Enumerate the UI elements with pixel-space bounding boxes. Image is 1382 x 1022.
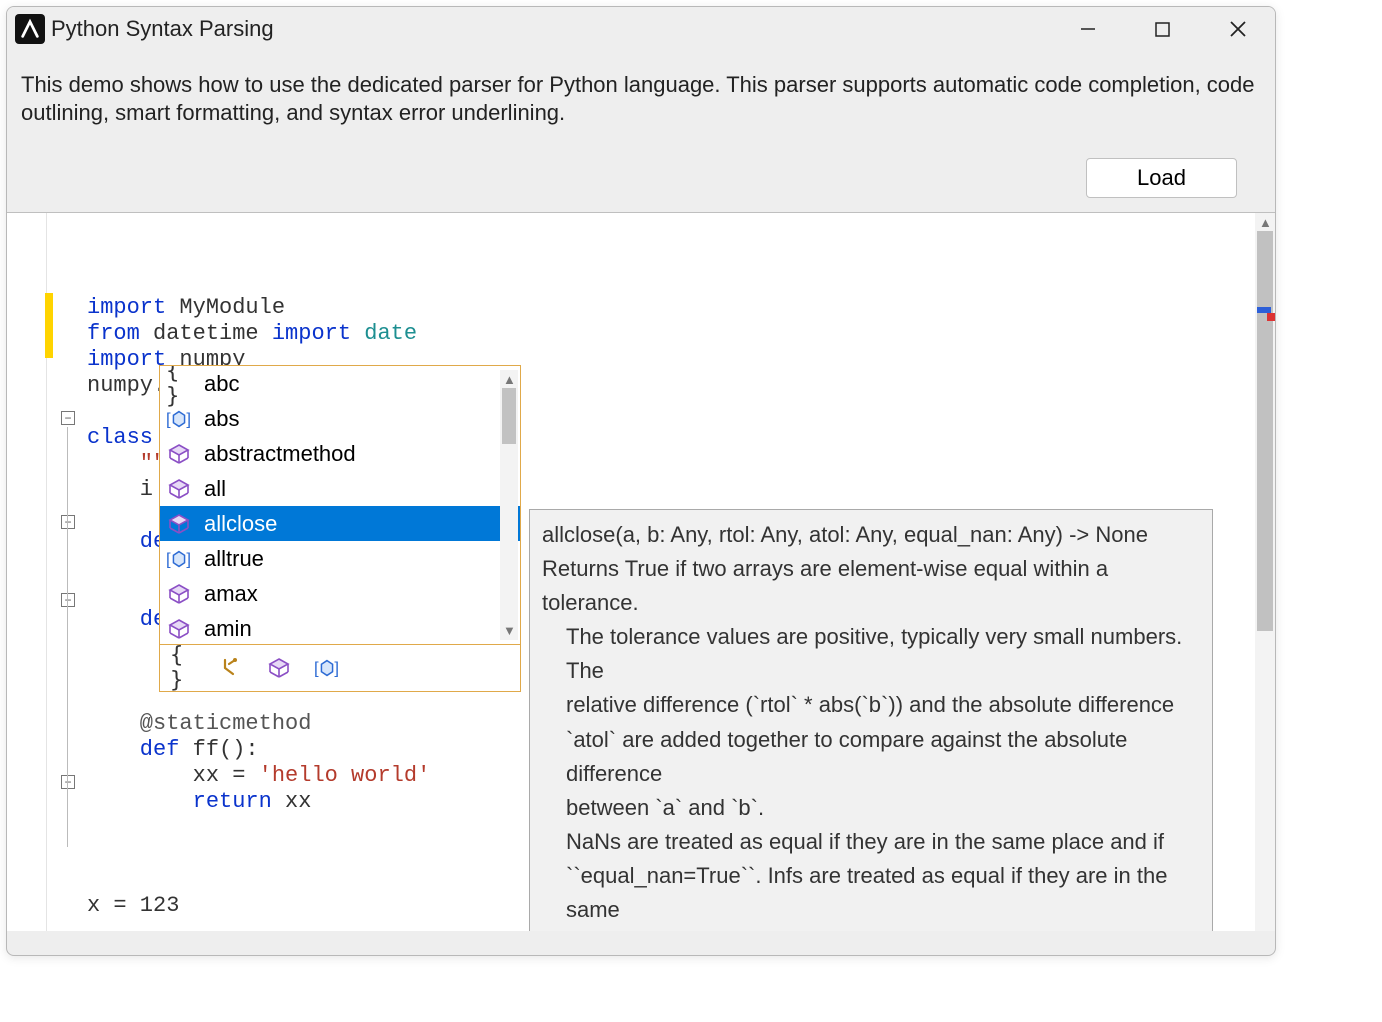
- class-icon: [166, 511, 192, 537]
- doc-line: NaNs are treated as equal if they are in…: [542, 825, 1200, 859]
- load-button[interactable]: Load: [1086, 158, 1237, 198]
- doc-signature: allclose(a, b: Any, rtol: Any, atol: Any…: [542, 518, 1200, 552]
- svg-text:[: [: [314, 659, 319, 678]
- autocomplete-list[interactable]: { } abc [] abs abstractmethod all allclose [] al…: [160, 366, 520, 644]
- maximize-icon: [1155, 22, 1170, 37]
- svg-text:]: ]: [186, 549, 191, 568]
- close-button[interactable]: [1200, 7, 1275, 51]
- autocomplete-item[interactable]: allclose: [160, 506, 520, 541]
- app-icon: [15, 14, 45, 44]
- autocomplete-item-label: abc: [204, 371, 239, 397]
- autocomplete-item[interactable]: [] alltrue: [160, 541, 520, 576]
- scroll-up-icon: ▲: [503, 372, 516, 387]
- fold-handle[interactable]: −: [61, 593, 75, 607]
- description-text: This demo shows how to use the dedicated…: [21, 71, 1261, 126]
- autocomplete-item[interactable]: all: [160, 471, 520, 506]
- scroll-down-icon: ▼: [503, 623, 516, 638]
- autocomplete-item[interactable]: amax: [160, 576, 520, 611]
- module-icon: []: [166, 406, 192, 432]
- module-icon: []: [166, 546, 192, 572]
- minimize-button[interactable]: [1050, 7, 1125, 51]
- autocomplete-popup: { } abc [] abs abstractmethod all allclose [] al…: [159, 365, 521, 692]
- fold-handle[interactable]: −: [61, 775, 75, 789]
- autocomplete-scrollbar[interactable]: ▲ ▼: [500, 370, 518, 640]
- editor-scrollbar[interactable]: ▲: [1255, 213, 1275, 931]
- doc-line: relative difference (`rtol` * abs(`b`)) …: [542, 688, 1200, 722]
- autocomplete-item[interactable]: [] abs: [160, 401, 520, 436]
- close-icon: [1229, 20, 1247, 38]
- svg-text:[: [: [166, 409, 171, 428]
- autocomplete-item[interactable]: { } abc: [160, 366, 520, 401]
- doc-line: place and of the same sign in bot...: [542, 927, 1200, 931]
- svg-text:]: ]: [186, 409, 191, 428]
- class-filter-icon[interactable]: [266, 655, 292, 681]
- window-title: Python Syntax Parsing: [51, 16, 274, 42]
- autocomplete-item-label: all: [204, 476, 226, 502]
- svg-text:]: ]: [334, 659, 339, 678]
- change-marker: [45, 293, 53, 358]
- fold-handle[interactable]: −: [61, 411, 75, 425]
- maximize-button[interactable]: [1125, 7, 1200, 51]
- editor-gutter: [7, 213, 47, 931]
- scroll-up-icon: ▲: [1259, 215, 1272, 230]
- fold-handle[interactable]: −: [61, 515, 75, 529]
- fold-line: [67, 427, 68, 847]
- class-icon: [166, 476, 192, 502]
- autocomplete-item-label: abs: [204, 406, 239, 432]
- titlebar: Python Syntax Parsing: [7, 7, 1275, 51]
- namespace-icon: { }: [166, 371, 192, 397]
- minimize-icon: [1080, 21, 1096, 37]
- code-editor[interactable]: − − − − import MyModule from datetime im…: [7, 213, 1275, 931]
- scrollbar-thumb[interactable]: [502, 388, 516, 444]
- doc-line: ``equal_nan=True``. Infs are treated as …: [542, 859, 1200, 927]
- svg-text:[: [: [166, 549, 171, 568]
- autocomplete-item-label: allclose: [204, 511, 277, 537]
- namespace-filter-icon[interactable]: { }: [170, 655, 196, 681]
- keyword-filter-icon[interactable]: [218, 655, 244, 681]
- app-window: Python Syntax Parsing This demo shows ho…: [6, 6, 1276, 956]
- doc-line: Returns True if two arrays are element-w…: [542, 552, 1200, 620]
- scrollbar-thumb[interactable]: [1257, 231, 1273, 631]
- autocomplete-item-label: alltrue: [204, 546, 264, 572]
- doc-line: between `a` and `b`.: [542, 791, 1200, 825]
- autocomplete-filter-toolbar: { } []: [160, 644, 520, 691]
- class-icon: [166, 581, 192, 607]
- autocomplete-item-label: amax: [204, 581, 258, 607]
- minimap-error-marker: [1267, 313, 1275, 321]
- autocomplete-item-label: amin: [204, 616, 252, 642]
- header-panel: This demo shows how to use the dedicated…: [7, 51, 1275, 213]
- autocomplete-item-label: abstractmethod: [204, 441, 356, 467]
- class-icon: [166, 441, 192, 467]
- window-controls: [1050, 7, 1275, 51]
- doc-line: `atol` are added together to compare aga…: [542, 723, 1200, 791]
- autocomplete-item[interactable]: amin: [160, 611, 520, 644]
- doc-line: The tolerance values are positive, typic…: [542, 620, 1200, 688]
- class-icon: [166, 616, 192, 642]
- documentation-tooltip: allclose(a, b: Any, rtol: Any, atol: Any…: [529, 509, 1213, 931]
- module-filter-icon[interactable]: []: [314, 655, 340, 681]
- autocomplete-item[interactable]: abstractmethod: [160, 436, 520, 471]
